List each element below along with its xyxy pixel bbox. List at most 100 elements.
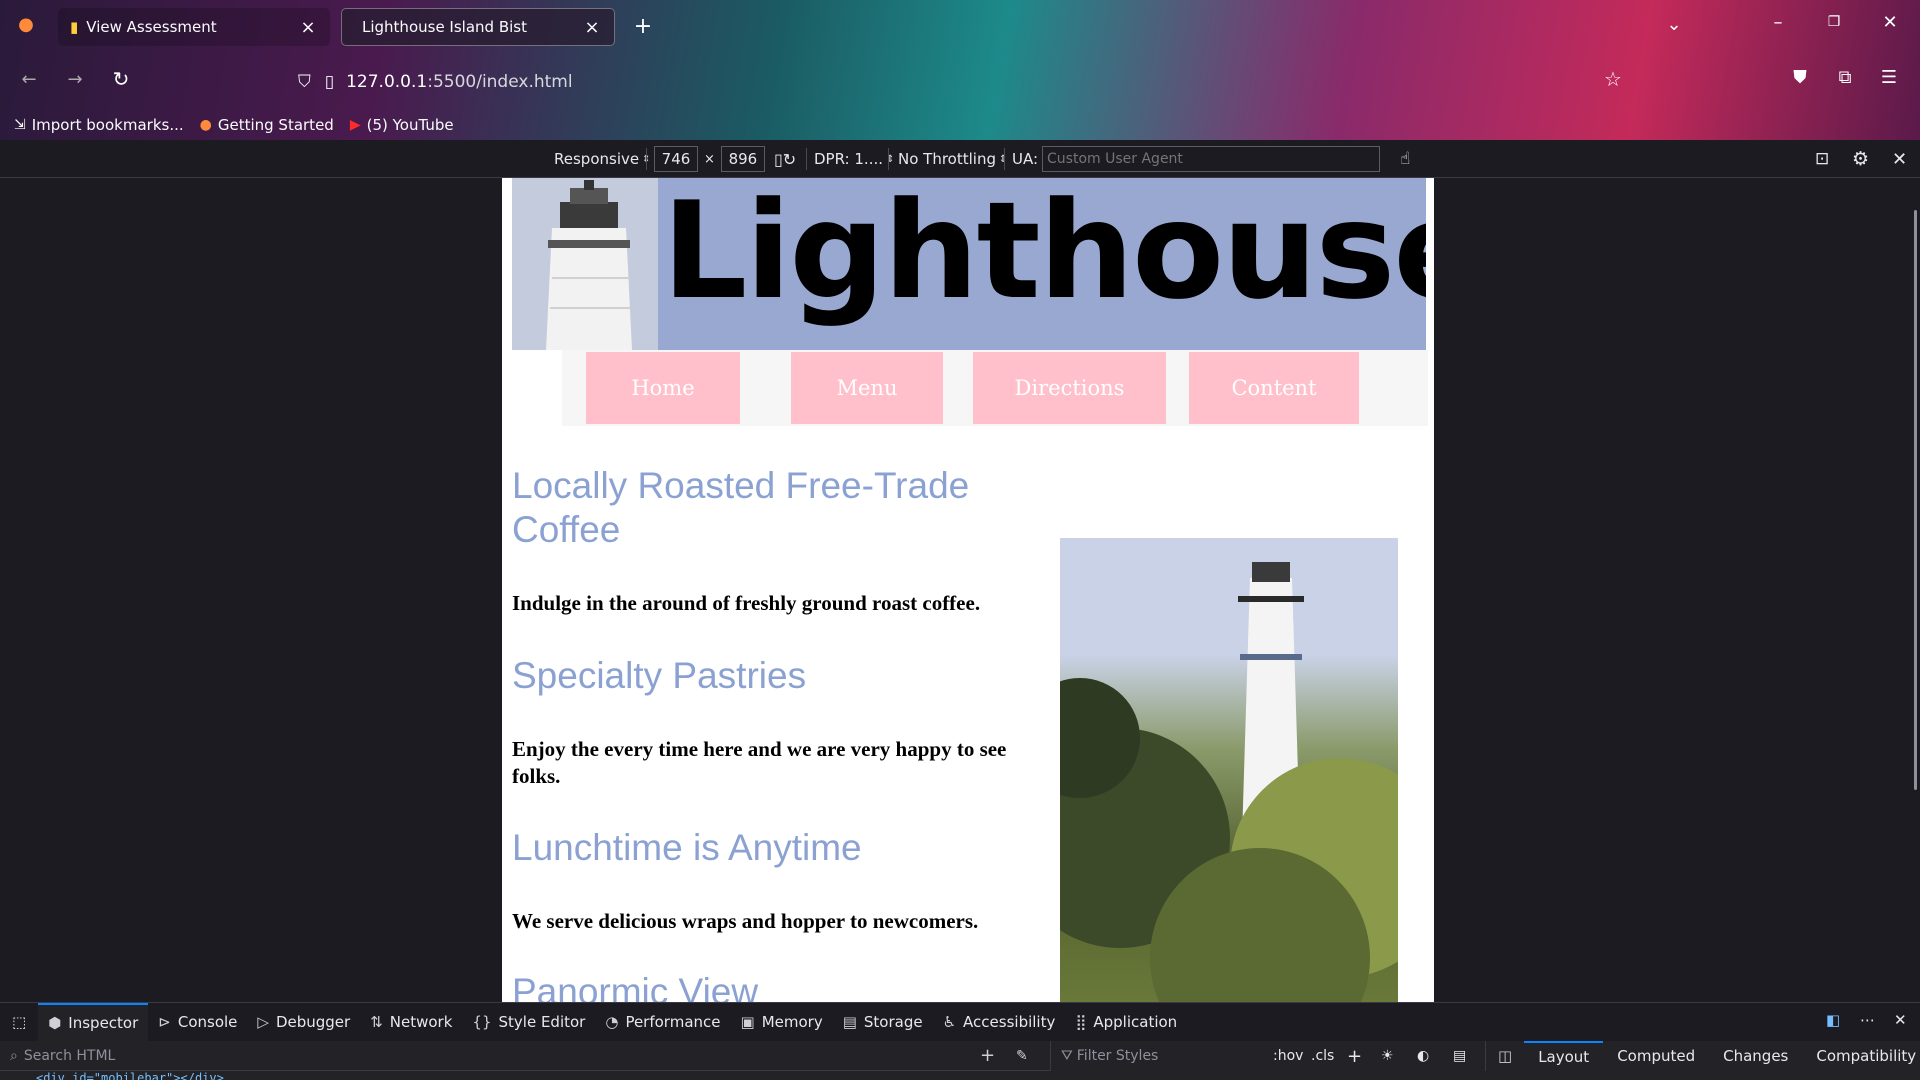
- accessibility-icon: ♿: [942, 1013, 957, 1031]
- print-media-icon[interactable]: ▤: [1453, 1048, 1466, 1064]
- tab-inspector[interactable]: ⬢ Inspector: [38, 1003, 149, 1041]
- devtools-panel: ⬚ ⬢ Inspector ⊳ Console ▷ Debugger ⇅ Net…: [0, 1002, 1920, 1080]
- nav-content[interactable]: Content: [1189, 352, 1359, 424]
- tab-accessibility[interactable]: ♿ Accessibility: [933, 1003, 1066, 1041]
- touch-simulation-icon[interactable]: ☝: [1400, 146, 1410, 172]
- tab-label: Memory: [761, 1013, 823, 1031]
- light-mode-icon[interactable]: ☀: [1381, 1048, 1394, 1064]
- screenshot-icon[interactable]: ⊡: [1815, 146, 1829, 172]
- hov-toggle[interactable]: :hov: [1273, 1048, 1303, 1064]
- tab-style-editor[interactable]: {} Style Editor: [462, 1003, 595, 1041]
- close-tab-icon[interactable]: ×: [298, 17, 318, 38]
- bookmark-label: Getting Started: [217, 115, 334, 134]
- tab-layout[interactable]: Layout: [1524, 1041, 1604, 1071]
- device-selector[interactable]: Responsive ⇕: [554, 146, 650, 172]
- close-rdm-icon[interactable]: ✕: [1892, 146, 1907, 172]
- markup-row[interactable]: <div id="mobilebar"></div>: [0, 1071, 1050, 1080]
- tab-network[interactable]: ⇅ Network: [360, 1003, 462, 1041]
- shield-icon[interactable]: ⛉: [298, 72, 311, 92]
- nav-directions[interactable]: Directions: [973, 352, 1166, 424]
- firefox-menu-icon[interactable]: ●: [14, 14, 38, 35]
- search-html-placeholder: Search HTML: [23, 1047, 116, 1064]
- forward-icon[interactable]: →: [62, 69, 88, 90]
- tab-lighthouse[interactable]: Lighthouse Island Bist ×: [341, 8, 615, 46]
- width-input[interactable]: 746: [654, 146, 698, 172]
- bookmark-label: (5) YouTube: [366, 115, 454, 134]
- nav-menu[interactable]: Menu: [791, 352, 943, 424]
- back-icon[interactable]: ←: [16, 69, 42, 90]
- tab-memory[interactable]: ▣ Memory: [731, 1003, 833, 1041]
- lighthouse-photo: [1010, 538, 1434, 1002]
- reload-icon[interactable]: ↻: [108, 67, 134, 91]
- tab-title: Lighthouse Island Bist: [362, 18, 527, 36]
- element-picker-icon[interactable]: ⬚: [0, 1003, 38, 1041]
- heading-coffee: Locally Roasted Free-Trade Coffee: [512, 465, 970, 550]
- bookmark-getting-started[interactable]: ● Getting Started: [200, 116, 334, 134]
- tab-performance[interactable]: ◔ Performance: [595, 1003, 730, 1041]
- tab-storage[interactable]: ▤ Storage: [833, 1003, 933, 1041]
- menu-icon[interactable]: ☰: [1876, 67, 1902, 88]
- tab-compatibility[interactable]: Compatibility: [1802, 1041, 1920, 1071]
- storage-icon: ▤: [842, 1013, 857, 1031]
- chart-icon: ▮: [70, 18, 79, 36]
- responsive-design-toolbar: Responsive ⇕ 746 × 896 ▯↻ DPR: 1.... ⇕ N…: [0, 140, 1920, 178]
- minimize-icon[interactable]: –: [1766, 12, 1790, 33]
- network-icon: ⇅: [370, 1013, 383, 1031]
- separator: [1004, 148, 1005, 170]
- add-node-icon[interactable]: +: [980, 1045, 995, 1066]
- nav-bar: ← → ↻ ⛉ ▯ 127.0.0.1 :5500/index.html ☆ ⛊…: [0, 55, 1920, 109]
- settings-icon[interactable]: ⚙: [1852, 146, 1869, 172]
- height-input[interactable]: 896: [720, 146, 765, 172]
- size-inputs: 746 × 896: [654, 146, 765, 172]
- dock-icon[interactable]: ◧: [1826, 1011, 1840, 1029]
- separator: [646, 148, 647, 170]
- tab-console[interactable]: ⊳ Console: [148, 1003, 247, 1041]
- bookmark-label: Import bookmarks...: [31, 115, 184, 134]
- bookmarks-bar: ⇲ Import bookmarks... ● Getting Started …: [0, 109, 1920, 140]
- more-options-icon[interactable]: ⋯: [1860, 1011, 1875, 1029]
- restore-icon[interactable]: ❐: [1822, 14, 1846, 30]
- add-rule-icon[interactable]: +: [1347, 1046, 1362, 1067]
- separator: [888, 148, 889, 170]
- tab-label: Style Editor: [498, 1013, 586, 1031]
- firefox-icon: ●: [199, 116, 212, 133]
- dpr-selector[interactable]: DPR: 1.... ⇕: [814, 146, 894, 172]
- filter-styles-bar[interactable]: ⛛ Filter Styles :hov .cls + ☀ ◐ ▤: [1050, 1041, 1485, 1071]
- rotate-icon[interactable]: ▯↻: [774, 146, 796, 172]
- close-devtools-icon[interactable]: ✕: [1894, 1011, 1907, 1029]
- youtube-icon: ▶: [349, 116, 361, 133]
- extensions-icon[interactable]: ⧉: [1832, 67, 1858, 88]
- url-host: 127.0.0.1: [346, 72, 428, 92]
- times-sign: ×: [704, 151, 715, 167]
- list-tabs-icon[interactable]: ⌄: [1662, 14, 1686, 35]
- bookmark-import[interactable]: ⇲ Import bookmarks...: [14, 116, 184, 134]
- tab-debugger[interactable]: ▷ Debugger: [247, 1003, 360, 1041]
- pocket-icon[interactable]: ⛊: [1787, 67, 1813, 88]
- tab-view-assessment[interactable]: ▮ View Assessment ×: [58, 8, 330, 46]
- tab-title: View Assessment: [86, 18, 217, 36]
- tab-application[interactable]: ⣿ Application: [1065, 1003, 1187, 1041]
- bookmark-youtube[interactable]: ▶ (5) YouTube: [350, 116, 454, 134]
- site-nav: Home Menu Directions Content: [562, 350, 1428, 426]
- close-window-icon[interactable]: ✕: [1878, 12, 1902, 33]
- close-tab-icon[interactable]: ×: [582, 17, 602, 38]
- cls-toggle[interactable]: .cls: [1311, 1048, 1334, 1064]
- eyedropper-icon[interactable]: ✎: [1016, 1048, 1028, 1064]
- separator: [806, 148, 807, 170]
- throttling-selector[interactable]: No Throttling ⇕: [898, 146, 1007, 172]
- dark-mode-icon[interactable]: ◐: [1417, 1048, 1429, 1064]
- inspector-icon: ⬢: [48, 1014, 62, 1032]
- toggle-pane-icon[interactable]: ◫: [1486, 1047, 1524, 1065]
- search-html-bar[interactable]: ⌕ Search HTML + ✎: [0, 1041, 1050, 1071]
- devtools-tabs: ⬚ ⬢ Inspector ⊳ Console ▷ Debugger ⇅ Net…: [0, 1003, 1920, 1041]
- nav-home[interactable]: Home: [586, 352, 740, 424]
- ua-label: UA:: [1012, 150, 1039, 168]
- url-bar[interactable]: ⛉ ▯ 127.0.0.1 :5500/index.html: [290, 63, 1620, 101]
- new-tab-icon[interactable]: +: [630, 14, 656, 39]
- user-agent-input[interactable]: [1042, 146, 1381, 172]
- sidebar-tabs: ◫ Layout Computed Changes Compatibility: [1485, 1041, 1920, 1071]
- bookmark-star-icon[interactable]: ☆: [1600, 67, 1626, 91]
- page-scrollbar[interactable]: [1914, 210, 1917, 790]
- tab-computed[interactable]: Computed: [1603, 1041, 1709, 1071]
- tab-changes[interactable]: Changes: [1709, 1041, 1802, 1071]
